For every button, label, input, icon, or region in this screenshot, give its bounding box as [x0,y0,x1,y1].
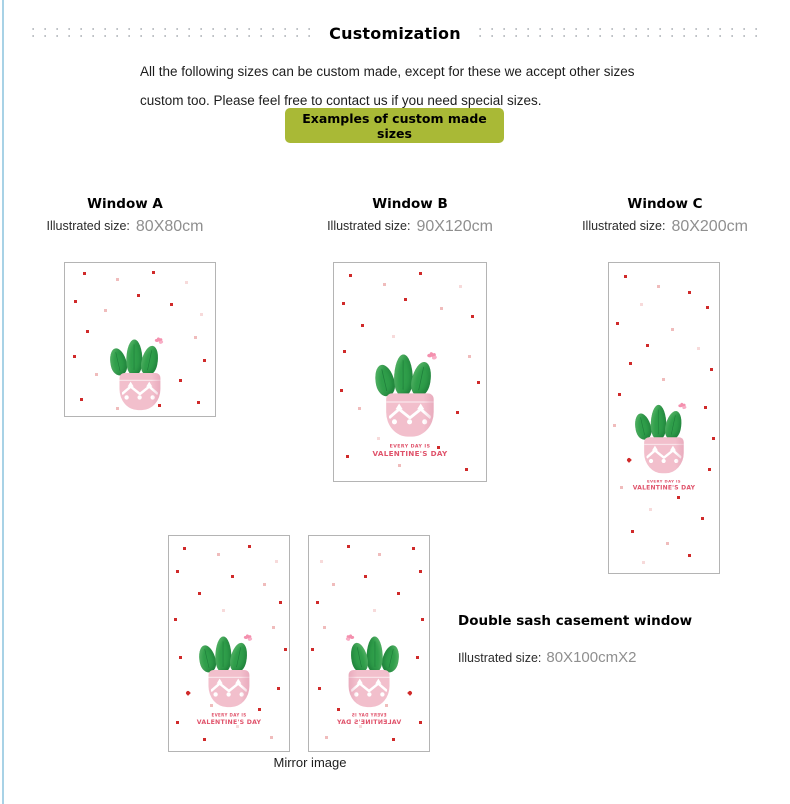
window-c-title: Window C [627,196,703,212]
window-a-artwork: EVERY DAY IS VALENTINE'S DAY [65,263,215,416]
flower-pot [386,393,434,437]
cactus-lobe-right-icon [662,409,685,441]
mirror-image-caption: Mirror image [273,755,347,770]
cactus-lobe-right-icon [227,641,250,674]
window-c-header: Window C Illustrated size: 80X200cm [545,196,785,236]
double-sash-header: Double sash casement window Illustrated … [458,613,692,666]
double-sash-title: Double sash casement window [458,613,693,629]
artwork-slogan: EVERY DAY IS VALENTINE'S DAY [197,713,262,727]
pot-triangle-1-icon [127,381,134,387]
pot-triangle-1-icon [395,403,403,410]
double-sash-left-panel[interactable]: EVERY DAY IS VALENTINE'S DAY [168,535,290,752]
pot-triangle-1-icon [375,678,382,684]
window-b-size-line: Illustrated size: 90X120cm [290,218,530,236]
cactus-illustration: EVERY DAY IS VALENTINE'S DAY [337,633,402,727]
cactus-flower-icon [427,351,438,361]
window-c-artwork: EVERY DAY IS VALENTINE'S DAY [609,263,719,573]
window-a-size-label: Illustrated size: [46,219,130,233]
slogan-line-1: EVERY DAY IS [108,416,173,417]
cactus-lobe-center-icon [126,339,143,376]
cactus-lobe-center-icon [366,636,383,673]
cactus-illustration: EVERY DAY IS VALENTINE'S DAY [107,336,173,417]
artwork-slogan: EVERY DAY IS VALENTINE'S DAY [108,416,173,417]
cactus-flower-icon [154,336,164,345]
window-b-size-value: 90X120cm [416,218,493,235]
pot-triangle-1-icon [216,678,223,684]
dotted-rail-left-icon [32,26,312,40]
window-c-size-value: 80X200cm [671,218,748,235]
intro-paragraph: All the following sizes can be custom ma… [140,57,660,115]
flower-pot [644,437,684,474]
cactus-lobe-center-icon [394,354,413,397]
artwork-slogan: EVERY DAY IS VALENTINE'S DAY [633,479,696,492]
window-a-size-value: 80X80cm [135,218,204,235]
window-b-header: Window B Illustrated size: 90X120cm [290,196,530,236]
cactus-body [196,633,253,674]
intro-line-1: All the following sizes can be custom ma… [140,64,635,79]
window-c-size-line: Illustrated size: 80X200cm [545,218,785,236]
window-c-size-label: Illustrated size: [582,219,666,233]
slogan-line-2: VALENTINE'S DAY [196,718,262,726]
examples-of-custom-made-sizes-button[interactable]: Examples of custom made sizes [285,108,504,143]
cactus-illustration: EVERY DAY IS VALENTINE'S DAY [632,401,696,492]
window-a-size-line: Illustrated size: 80X80cm [20,218,230,236]
window-b-size-label: Illustrated size: [327,219,411,233]
slogan-line-2: VALENTINE'S DAY [372,450,448,459]
flower-pot [348,669,390,708]
slogan-line-2: VALENTINE'S DAY [336,718,402,726]
cactus-lobe-right-icon [138,344,161,377]
cactus-flower-icon [678,402,687,411]
artwork-slogan: EVERY DAY IS VALENTINE'S DAY [372,443,447,459]
pot-triangle-1-icon [652,445,658,451]
artwork-slogan: EVERY DAY IS VALENTINE'S DAY [337,713,402,727]
window-b-title: Window B [372,196,448,212]
cactus-illustration: EVERY DAY IS VALENTINE'S DAY [196,633,262,727]
double-sash-left-artwork: EVERY DAY IS VALENTINE'S DAY [169,536,289,751]
window-c-curtain-preview[interactable]: EVERY DAY IS VALENTINE'S DAY [608,262,720,574]
flower-pot [119,372,161,411]
double-sash-size-line: Illustrated size: 80X100cmX2 [458,649,692,666]
window-b-artwork: EVERY DAY IS VALENTINE'S DAY [334,263,486,481]
cactus-flower-icon [243,633,253,642]
page-title: Customization [329,23,461,43]
dotted-rail-right-icon [478,26,758,40]
slogan-line-2: VALENTINE'S DAY [632,484,696,492]
cactus-illustration: EVERY DAY IS VALENTINE'S DAY [372,350,447,459]
left-edge-accent-strip [2,0,4,804]
window-a-header: Window A Illustrated size: 80X80cm [20,196,230,236]
pot-triangle-2-icon [356,678,363,684]
window-b-curtain-preview[interactable]: EVERY DAY IS VALENTINE'S DAY [333,262,487,482]
cactus-body [372,350,438,398]
page-header: Customization [0,18,790,48]
window-a-curtain-preview[interactable]: EVERY DAY IS VALENTINE'S DAY [64,262,216,417]
double-sash-size-label: Illustrated size: [458,651,542,665]
double-sash-size-value: 80X100cmX2 [546,649,637,666]
double-sash-right-artwork: EVERY DAY IS VALENTINE'S DAY [309,536,429,751]
cactus-lobe-center-icon [215,636,232,673]
flower-pot [208,669,250,708]
double-sash-right-panel-mirrored[interactable]: EVERY DAY IS VALENTINE'S DAY [308,535,430,752]
cactus-lobe-center-icon [650,404,667,440]
cactus-lobe-right-icon [408,360,435,398]
window-a-title: Window A [87,196,163,212]
cactus-body [632,401,687,442]
cactus-flower-icon [345,633,355,642]
cactus-body [107,336,164,377]
cactus-body [345,633,402,674]
